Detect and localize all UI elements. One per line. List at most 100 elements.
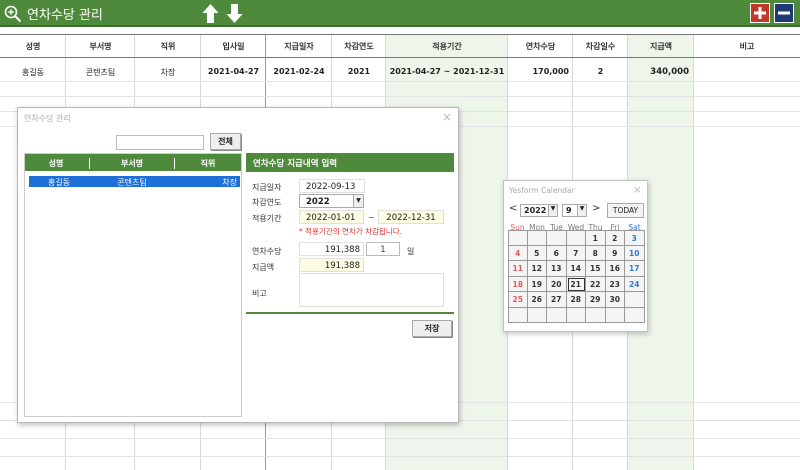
calendar-day-cell[interactable]: 9 (605, 245, 625, 261)
calendar-day-cell[interactable]: 27 (547, 292, 567, 308)
employee-list-item[interactable]: 홍길동 콘텐츠팀 차장 (29, 176, 240, 187)
amount-field[interactable]: 191,388 (299, 258, 364, 272)
calendar-day-cell[interactable]: 28 (566, 292, 586, 308)
search-input[interactable] (116, 135, 204, 150)
calendar-day-cell[interactable]: 3 (625, 230, 645, 246)
calendar-day-cell[interactable]: 4 (508, 245, 528, 261)
grid-header-amount[interactable]: 지급액 (628, 41, 694, 52)
allowance-dialog: 연차수당 관리 × 전체 성명 부서명 직위 홍길동 콘텐츠팀 차장 연차수당 … (17, 107, 459, 423)
grid-header-deduct-days[interactable]: 차감일수 (573, 41, 628, 52)
calendar-day-cell[interactable]: 10 (625, 245, 645, 261)
chevron-down-icon[interactable]: ▼ (548, 205, 557, 216)
list-cell-name: 홍길동 (47, 178, 71, 187)
arrow-down-icon[interactable] (226, 3, 243, 24)
calendar-day-cell[interactable] (527, 230, 547, 246)
grid-col (694, 34, 800, 470)
chevron-down-icon[interactable]: ▼ (353, 195, 363, 207)
grid-cell-deduct-year[interactable]: 2021 (332, 67, 386, 76)
grid-cell-deduct-days[interactable]: 2 (573, 67, 628, 76)
calendar-day-cell[interactable]: 26 (527, 292, 547, 308)
calendar-day-cell[interactable]: 15 (586, 261, 606, 277)
close-icon[interactable]: × (442, 110, 452, 124)
period-to-field[interactable]: 2022-12-31 (378, 210, 444, 224)
calendar-day-cell[interactable] (508, 307, 528, 323)
grid-cell-allowance[interactable]: 170,000 (508, 67, 573, 76)
panel-divider (246, 312, 454, 314)
period-label: 적용기간 (252, 214, 282, 223)
year-value: 2022 (524, 206, 547, 215)
days-field[interactable]: 1 (366, 242, 400, 256)
grid-header-pay-date[interactable]: 지급일자 (266, 41, 332, 52)
calendar-day-cell[interactable]: 19 (527, 276, 547, 292)
list-cell-dept: 콘텐츠팀 (117, 178, 147, 187)
chevron-down-icon[interactable]: ▼ (577, 205, 586, 216)
calendar-day-cell[interactable]: 29 (586, 292, 606, 308)
calendar-day-cell[interactable] (625, 292, 645, 308)
calendar-day-cell[interactable]: 13 (547, 261, 567, 277)
show-all-button[interactable]: 전체 (210, 133, 241, 150)
calendar-day-cell[interactable]: 25 (508, 292, 528, 308)
month-select[interactable]: 9 ▼ (562, 204, 587, 217)
calendar-day-cell[interactable] (547, 230, 567, 246)
calendar-day-cell[interactable]: 18 (508, 276, 528, 292)
grid-header-name[interactable]: 성명 (0, 41, 66, 52)
deduct-note: * 적용기간의 연차가 차감됩니다. (299, 227, 402, 236)
calendar-day-cell[interactable]: 16 (605, 261, 625, 277)
calendar-day-cell[interactable]: 17 (625, 261, 645, 277)
memo-textarea[interactable] (299, 273, 444, 307)
calendar-day-cell[interactable]: 7 (566, 245, 586, 261)
calendar-day-cell[interactable]: 12 (527, 261, 547, 277)
grid-cell-dept[interactable]: 콘텐츠팀 (66, 67, 135, 78)
pay-date-field[interactable]: 2022-09-13 (299, 179, 365, 193)
grid-header-position[interactable]: 직위 (135, 41, 201, 52)
calendar-day-cell[interactable] (605, 307, 625, 323)
calendar-day-cell[interactable]: 8 (586, 245, 606, 261)
delete-row-button[interactable] (774, 3, 794, 23)
calendar-day-cell[interactable]: 20 (547, 276, 567, 292)
calendar-day-cell[interactable]: 21 (566, 276, 586, 292)
grid-header-allowance[interactable]: 연차수당 (508, 41, 573, 52)
calendar-day-cell[interactable]: 23 (605, 276, 625, 292)
calendar-day-cell[interactable]: 6 (547, 245, 567, 261)
calendar-day-cell[interactable] (586, 307, 606, 323)
year-select[interactable]: 2022 ▼ (520, 204, 558, 217)
prev-month-icon[interactable]: < (509, 203, 517, 214)
today-button[interactable]: TODAY (607, 203, 644, 218)
calendar-day-cell[interactable]: 24 (625, 276, 645, 292)
grid-header-top (0, 34, 800, 35)
grid-header-memo[interactable]: 비고 (694, 41, 800, 52)
grid-cell-pay-date[interactable]: 2021-02-24 (266, 67, 332, 76)
zoom-in-icon[interactable] (4, 5, 22, 23)
grid-cell-position[interactable]: 차장 (135, 67, 201, 78)
minus-icon (778, 11, 790, 15)
grid-cell-amount[interactable]: 340,000 (628, 67, 694, 77)
calendar-day-cell[interactable]: 2 (605, 230, 625, 246)
calendar-day-cell[interactable] (547, 307, 567, 323)
save-button[interactable]: 저장 (412, 320, 452, 337)
grid-cell-hire-date[interactable]: 2021-04-27 (201, 67, 266, 76)
grid-cell-name[interactable]: 홍길동 (0, 67, 66, 78)
deduct-year-select[interactable]: 2022 ▼ (299, 194, 364, 208)
calendar-day-cell[interactable]: 22 (586, 276, 606, 292)
close-icon[interactable]: × (633, 183, 642, 196)
calendar-day-cell[interactable] (566, 307, 586, 323)
calendar-day-cell[interactable]: 30 (605, 292, 625, 308)
grid-header-deduct-year[interactable]: 차감연도 (332, 41, 386, 52)
calendar-day-cell[interactable] (527, 307, 547, 323)
calendar-day-cell[interactable] (508, 230, 528, 246)
calendar-day-cell[interactable] (625, 307, 645, 323)
arrow-up-icon[interactable] (202, 3, 219, 24)
grid-cell-period[interactable]: 2021-04-27 ~ 2021-12-31 (386, 67, 508, 76)
period-from-field[interactable]: 2022-01-01 (299, 210, 364, 224)
add-row-button[interactable] (750, 3, 770, 23)
next-month-icon[interactable]: > (592, 203, 600, 214)
calendar-day-cell[interactable]: 5 (527, 245, 547, 261)
grid-header-period[interactable]: 적용기간 (386, 41, 508, 52)
grid-header-dept[interactable]: 부서명 (66, 41, 135, 52)
calendar-day-cell[interactable] (566, 230, 586, 246)
calendar-day-cell[interactable]: 1 (586, 230, 606, 246)
calendar-day-cell[interactable]: 11 (508, 261, 528, 277)
allowance-field[interactable]: 191,388 (299, 242, 364, 256)
grid-header-hire-date[interactable]: 입사일 (201, 41, 266, 52)
calendar-day-cell[interactable]: 14 (566, 261, 586, 277)
